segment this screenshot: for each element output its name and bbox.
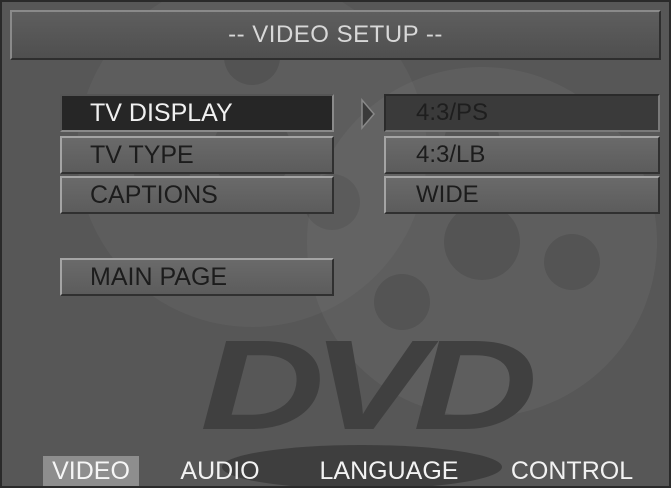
menu-item-tv-type[interactable]: TV TYPE: [60, 136, 334, 174]
main-page-button[interactable]: MAIN PAGE: [60, 258, 334, 296]
option-label: 4:3/LB: [416, 141, 486, 168]
tab-label: LANGUAGE: [319, 456, 459, 485]
option-4-3-lb[interactable]: 4:3/LB: [384, 136, 660, 174]
tab-label: VIDEO: [52, 456, 130, 485]
title-bar: -- VIDEO SETUP --: [10, 10, 661, 60]
selection-arrow-icon: [361, 98, 375, 130]
option-label: 4:3/PS: [416, 99, 489, 126]
tab-label: CONTROL: [510, 456, 634, 485]
menu-item-tv-display[interactable]: TV DISPLAY: [60, 94, 334, 132]
tab-label: AUDIO: [180, 456, 260, 485]
tab-bar: VIDEO AUDIO LANGUAGE CONTROL: [2, 454, 669, 486]
osd-screen: DVD -- VIDEO SETUP -- TV DISPLAY TV TYPE…: [0, 0, 671, 488]
tab-control[interactable]: CONTROL: [502, 456, 642, 486]
main-page-label: MAIN PAGE: [90, 262, 228, 291]
menu-item-captions[interactable]: CAPTIONS: [60, 176, 334, 214]
dvd-logo: DVD: [192, 314, 538, 457]
tab-language[interactable]: LANGUAGE: [312, 456, 466, 486]
menu-item-label: CAPTIONS: [90, 180, 218, 209]
tab-audio[interactable]: AUDIO: [172, 456, 268, 486]
tab-video[interactable]: VIDEO: [43, 456, 139, 486]
page-title: -- VIDEO SETUP --: [228, 21, 443, 48]
option-wide[interactable]: WIDE: [384, 176, 660, 214]
menu-item-label: TV DISPLAY: [90, 98, 233, 127]
menu-item-label: TV TYPE: [90, 140, 194, 169]
option-4-3-ps[interactable]: 4:3/PS: [384, 94, 660, 132]
option-label: WIDE: [416, 181, 479, 208]
dvd-logo-text: DVD: [199, 313, 538, 457]
